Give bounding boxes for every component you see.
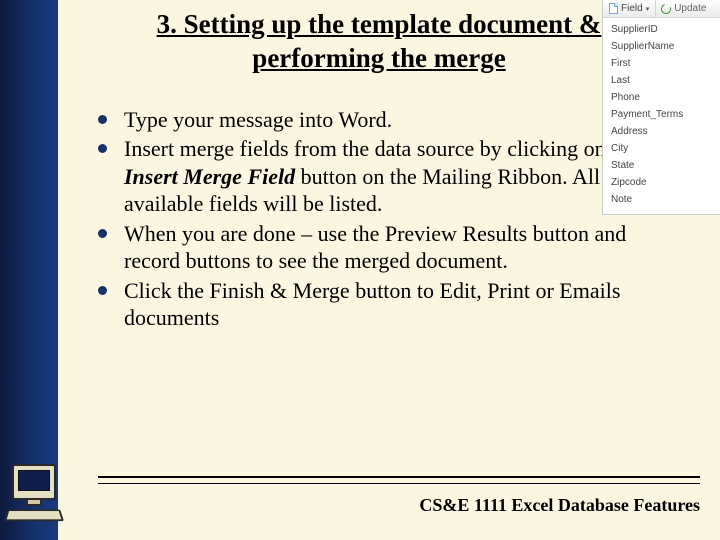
field-item[interactable]: Phone	[603, 89, 720, 106]
list-item: Insert merge fields from the data source…	[98, 135, 650, 218]
refresh-icon	[660, 2, 673, 15]
screen-icon	[18, 470, 50, 491]
update-button[interactable]: Update	[656, 0, 711, 17]
computer-icon	[2, 464, 68, 528]
field-item[interactable]: Payment_Terms	[603, 106, 720, 123]
bullet-text: Click the Finish & Merge button to Edit,…	[124, 278, 620, 331]
dropdown-header: Field ▾ Update	[603, 0, 720, 18]
monitor-stand-icon	[26, 500, 42, 506]
field-item[interactable]: First	[603, 55, 720, 72]
field-item[interactable]: SupplierName	[603, 38, 720, 55]
bullet-text: When you are done – use the Preview Resu…	[124, 221, 626, 274]
list-item: Click the Finish & Merge button to Edit,…	[98, 277, 650, 332]
bullet-text-emph: Insert Merge Field	[124, 164, 295, 189]
keyboard-icon	[4, 510, 64, 522]
field-item[interactable]: Last	[603, 72, 720, 89]
merge-field-dropdown: Field ▾ Update SupplierID SupplierName F…	[602, 0, 720, 215]
field-item[interactable]: State	[603, 157, 720, 174]
divider-thin	[98, 483, 700, 484]
list-item: When you are done – use the Preview Resu…	[98, 220, 650, 275]
title-line-2: performing the merge	[252, 43, 505, 73]
update-button-label: Update	[674, 3, 706, 14]
chevron-down-icon: ▾	[646, 5, 650, 13]
bullet-text-lead: Insert merge fields from the data source…	[124, 136, 638, 161]
field-list: SupplierID SupplierName First Last Phone…	[603, 18, 720, 214]
field-button-label: Field	[621, 3, 643, 14]
footer-text: CS&E 1111 Excel Database Features	[419, 495, 700, 516]
field-item[interactable]: City	[603, 140, 720, 157]
list-item: Type your message into Word.	[98, 106, 650, 134]
field-item[interactable]: Address	[603, 123, 720, 140]
bullet-text: Type your message into Word.	[124, 107, 392, 132]
monitor-icon	[12, 464, 56, 500]
field-button[interactable]: Field ▾	[603, 0, 656, 17]
document-icon	[609, 3, 618, 14]
left-sidebar	[0, 0, 58, 540]
divider-thick	[98, 476, 700, 478]
field-item[interactable]: SupplierID	[603, 21, 720, 38]
field-item[interactable]: Note	[603, 191, 720, 208]
field-item[interactable]: Zipcode	[603, 174, 720, 191]
title-line-1: 3. Setting up the template document &	[157, 9, 602, 39]
